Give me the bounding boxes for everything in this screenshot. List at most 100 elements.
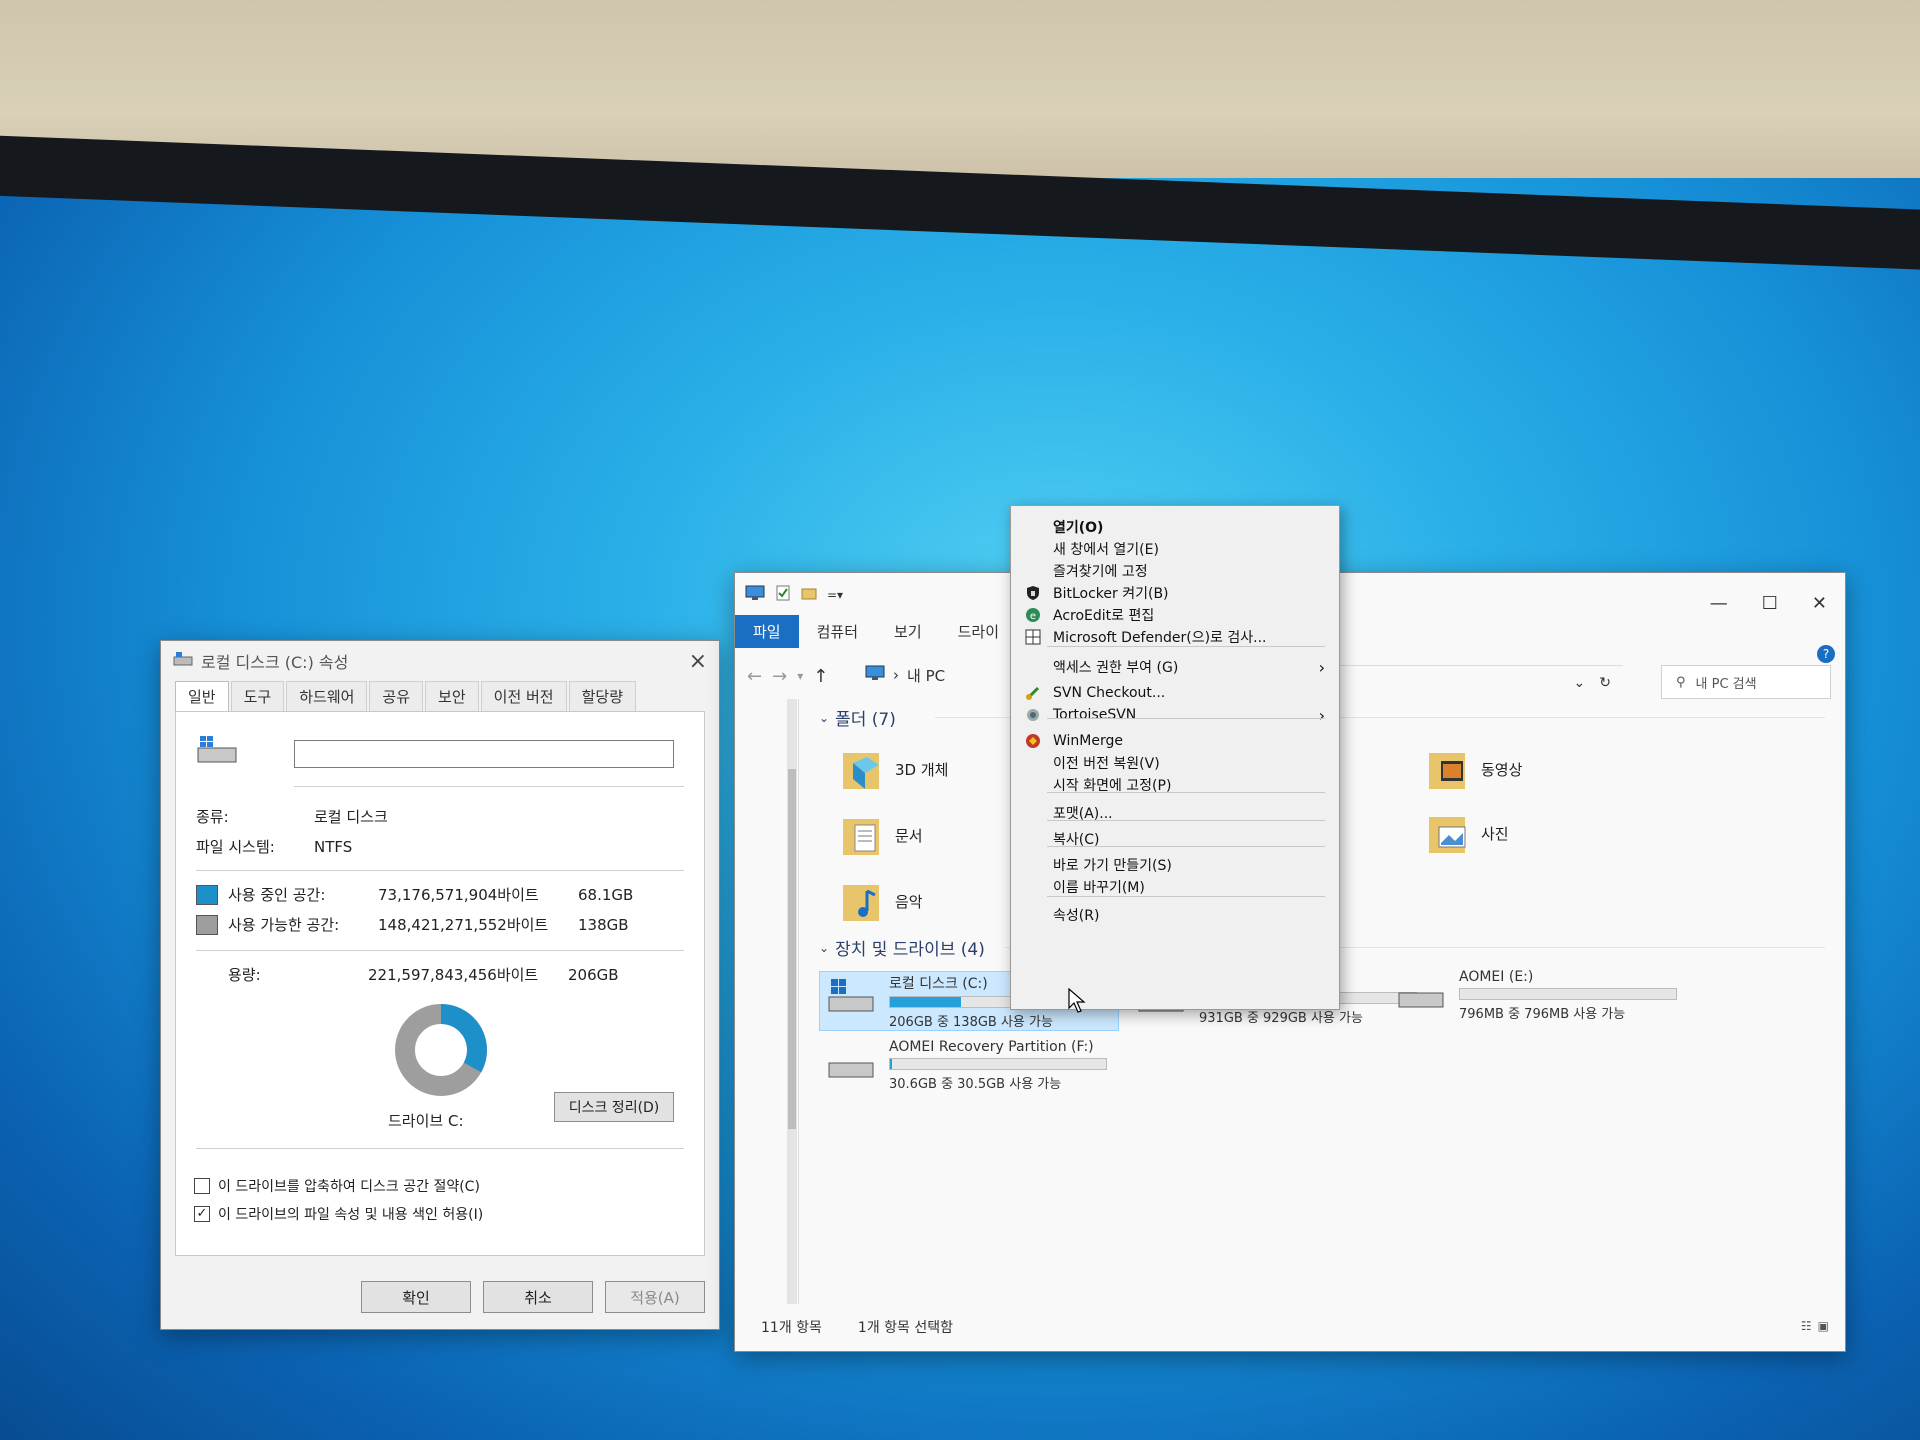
mouse-cursor-icon	[1068, 988, 1086, 1013]
drive-usage-fill	[890, 1059, 893, 1069]
folder-item-music[interactable]: 음악	[839, 877, 923, 925]
minimize-icon[interactable]: —	[1710, 593, 1728, 614]
tortoisesvn-icon	[1019, 707, 1047, 723]
capacity-size: 206GB	[568, 965, 619, 984]
details-view-icon[interactable]: ☷	[1801, 1319, 1812, 1333]
search-box[interactable]: ⚲ 내 PC 검색	[1661, 665, 1831, 699]
folder-label: 사진	[1481, 824, 1509, 843]
drive-label: 드라이브 C:	[388, 1112, 464, 1130]
back-arrow-icon[interactable]: ←	[747, 666, 762, 687]
svg-text:e: e	[1030, 611, 1036, 622]
folder-item-3d[interactable]: 3D 개체	[839, 745, 948, 793]
capacity-row: 용량: 221,597,843,456바이트 206GB	[228, 964, 678, 985]
folder-item-pictures[interactable]: 사진	[1425, 809, 1509, 857]
drive-name: AOMEI (E:)	[1459, 969, 1534, 985]
drive-item-f[interactable]: AOMEI Recovery Partition (F:) 30.6GB 중 3…	[825, 1039, 1107, 1092]
used-label: 사용 중인 공간:	[228, 886, 326, 904]
compress-checkbox[interactable]	[194, 1178, 210, 1194]
nav-scroll-thumb[interactable]	[788, 769, 796, 1129]
disk-cleanup-button[interactable]: 디스크 정리(D)	[554, 1092, 674, 1122]
acroedit-icon: e	[1019, 607, 1047, 623]
menu-item-6[interactable]: 액세스 권한 부여 (G) ›	[1019, 654, 1331, 680]
menu-item-label: 이전 버전 복원(V)	[1053, 756, 1160, 772]
capacity-bytes: 221,597,843,456바이트	[368, 966, 539, 984]
menu-item-label: 바로 가기 만들기(S)	[1053, 858, 1172, 874]
menu-separator	[1047, 846, 1325, 847]
up-arrow-icon[interactable]: ↑	[813, 666, 828, 687]
drive-icon	[173, 651, 193, 671]
help-icon[interactable]: ?	[1817, 645, 1835, 663]
free-size: 138GB	[578, 915, 629, 934]
folders-header: 폴더 (7)	[835, 710, 896, 730]
tab-quota[interactable]: 할당량	[568, 681, 637, 711]
tab-file[interactable]: 파일	[735, 614, 799, 648]
tab-tools[interactable]: 도구	[230, 681, 285, 711]
large-icons-view-icon[interactable]: ▣	[1818, 1319, 1829, 1333]
address-dropdown-icon[interactable]: ⌄	[1574, 675, 1586, 691]
folders-group-header[interactable]: ⌄ 폴더 (7)	[819, 705, 896, 730]
address-controls: ⌄ ↻	[1315, 665, 1623, 699]
customize-toolbar-icon[interactable]: =▾	[827, 588, 843, 602]
tab-general[interactable]: 일반	[175, 681, 229, 711]
new-folder-icon[interactable]	[801, 585, 817, 605]
menu-item-label: SVN Checkout...	[1053, 685, 1166, 701]
menu-item-13[interactable]: 복사(C)	[1019, 826, 1331, 852]
used-size: 68.1GB	[578, 885, 634, 904]
close-icon[interactable]: ✕	[1812, 593, 1827, 614]
maximize-icon[interactable]: ☐	[1762, 593, 1778, 614]
menu-item-8[interactable]: TortoiseSVN ›	[1019, 702, 1331, 728]
menu-item-label: AcroEdit로 편집	[1053, 608, 1155, 624]
properties-icon[interactable]	[775, 585, 791, 605]
folder-label: 문서	[895, 826, 923, 845]
menu-separator	[1047, 718, 1325, 719]
status-bar: 11개 항목 1개 항목 선택함	[761, 1317, 953, 1337]
apply-button[interactable]: 적용(A)	[605, 1281, 705, 1313]
tab-view[interactable]: 보기	[876, 615, 940, 648]
cancel-button[interactable]: 취소	[483, 1281, 593, 1313]
menu-item-label: Microsoft Defender(으)로 검사...	[1053, 630, 1267, 646]
submenu-arrow-icon: ›	[1318, 705, 1325, 725]
close-icon[interactable]: ×	[689, 649, 707, 674]
menu-item-12[interactable]: 포맷(A)...	[1019, 800, 1331, 826]
tab-sharing[interactable]: 공유	[369, 681, 424, 711]
index-checkbox[interactable]: ✓	[194, 1206, 210, 1222]
menu-item-label: 속성(R)	[1053, 908, 1100, 924]
type-label: 종류:	[196, 808, 229, 826]
devices-group-header[interactable]: ⌄ 장치 및 드라이브 (4)	[819, 935, 985, 960]
folder-label: 3D 개체	[895, 760, 949, 779]
index-label: 이 드라이브의 파일 속성 및 내용 색인 허용(I)	[218, 1207, 484, 1223]
menu-item-11[interactable]: 시작 화면에 고정(P)	[1019, 772, 1331, 798]
menu-item-label: 열기(O)	[1053, 520, 1104, 536]
compress-option[interactable]: 이 드라이브를 압축하여 디스크 공간 절약(C)	[194, 1176, 480, 1196]
this-pc-icon	[745, 585, 765, 605]
refresh-icon[interactable]: ↻	[1599, 675, 1611, 691]
drive-icon	[1398, 992, 1444, 1008]
devices-header: 장치 및 드라이브 (4)	[835, 940, 985, 960]
tab-security[interactable]: 보안	[425, 681, 479, 711]
drive-item-e[interactable]: AOMEI (E:) 796MB 중 796MB 사용 가능	[1395, 969, 1677, 1022]
tab-drive[interactable]: 드라이	[940, 615, 1017, 648]
tab-previous-versions[interactable]: 이전 버전	[480, 681, 567, 711]
ok-button[interactable]: 확인	[361, 1281, 471, 1313]
breadcrumb-current[interactable]: 내 PC	[907, 665, 945, 686]
dialog-title: 로컬 디스크 (C:) 속성	[201, 653, 349, 672]
tab-hardware[interactable]: 하드웨어	[286, 681, 368, 711]
tab-computer[interactable]: 컴퓨터	[799, 615, 876, 648]
usage-donut-chart	[395, 1004, 487, 1096]
drive-large-icon	[196, 734, 240, 768]
compress-label: 이 드라이브를 압축하여 디스크 공간 절약(C)	[218, 1179, 480, 1195]
recent-dropdown-icon[interactable]: ▾	[797, 669, 803, 683]
divider	[196, 870, 684, 871]
drive-name: AOMEI Recovery Partition (F:)	[889, 1039, 1094, 1055]
index-option[interactable]: ✓ 이 드라이브의 파일 속성 및 내용 색인 허용(I)	[194, 1204, 483, 1224]
ribbon-tabs: 파일 컴퓨터 보기 드라이	[735, 614, 1017, 648]
svn-checkout-icon	[1019, 685, 1047, 701]
folder-item-videos[interactable]: 동영상	[1425, 745, 1522, 793]
folder-item-documents[interactable]: 문서	[839, 811, 923, 859]
volume-name-input[interactable]	[294, 740, 674, 768]
free-space-row: 사용 가능한 공간: 148,421,271,552바이트 138GB	[196, 914, 676, 935]
videos-folder-icon	[1429, 753, 1465, 789]
menu-item-16[interactable]: 속성(R)	[1019, 902, 1331, 928]
forward-arrow-icon[interactable]: →	[772, 666, 787, 687]
navigation-pane[interactable]	[747, 699, 799, 1304]
